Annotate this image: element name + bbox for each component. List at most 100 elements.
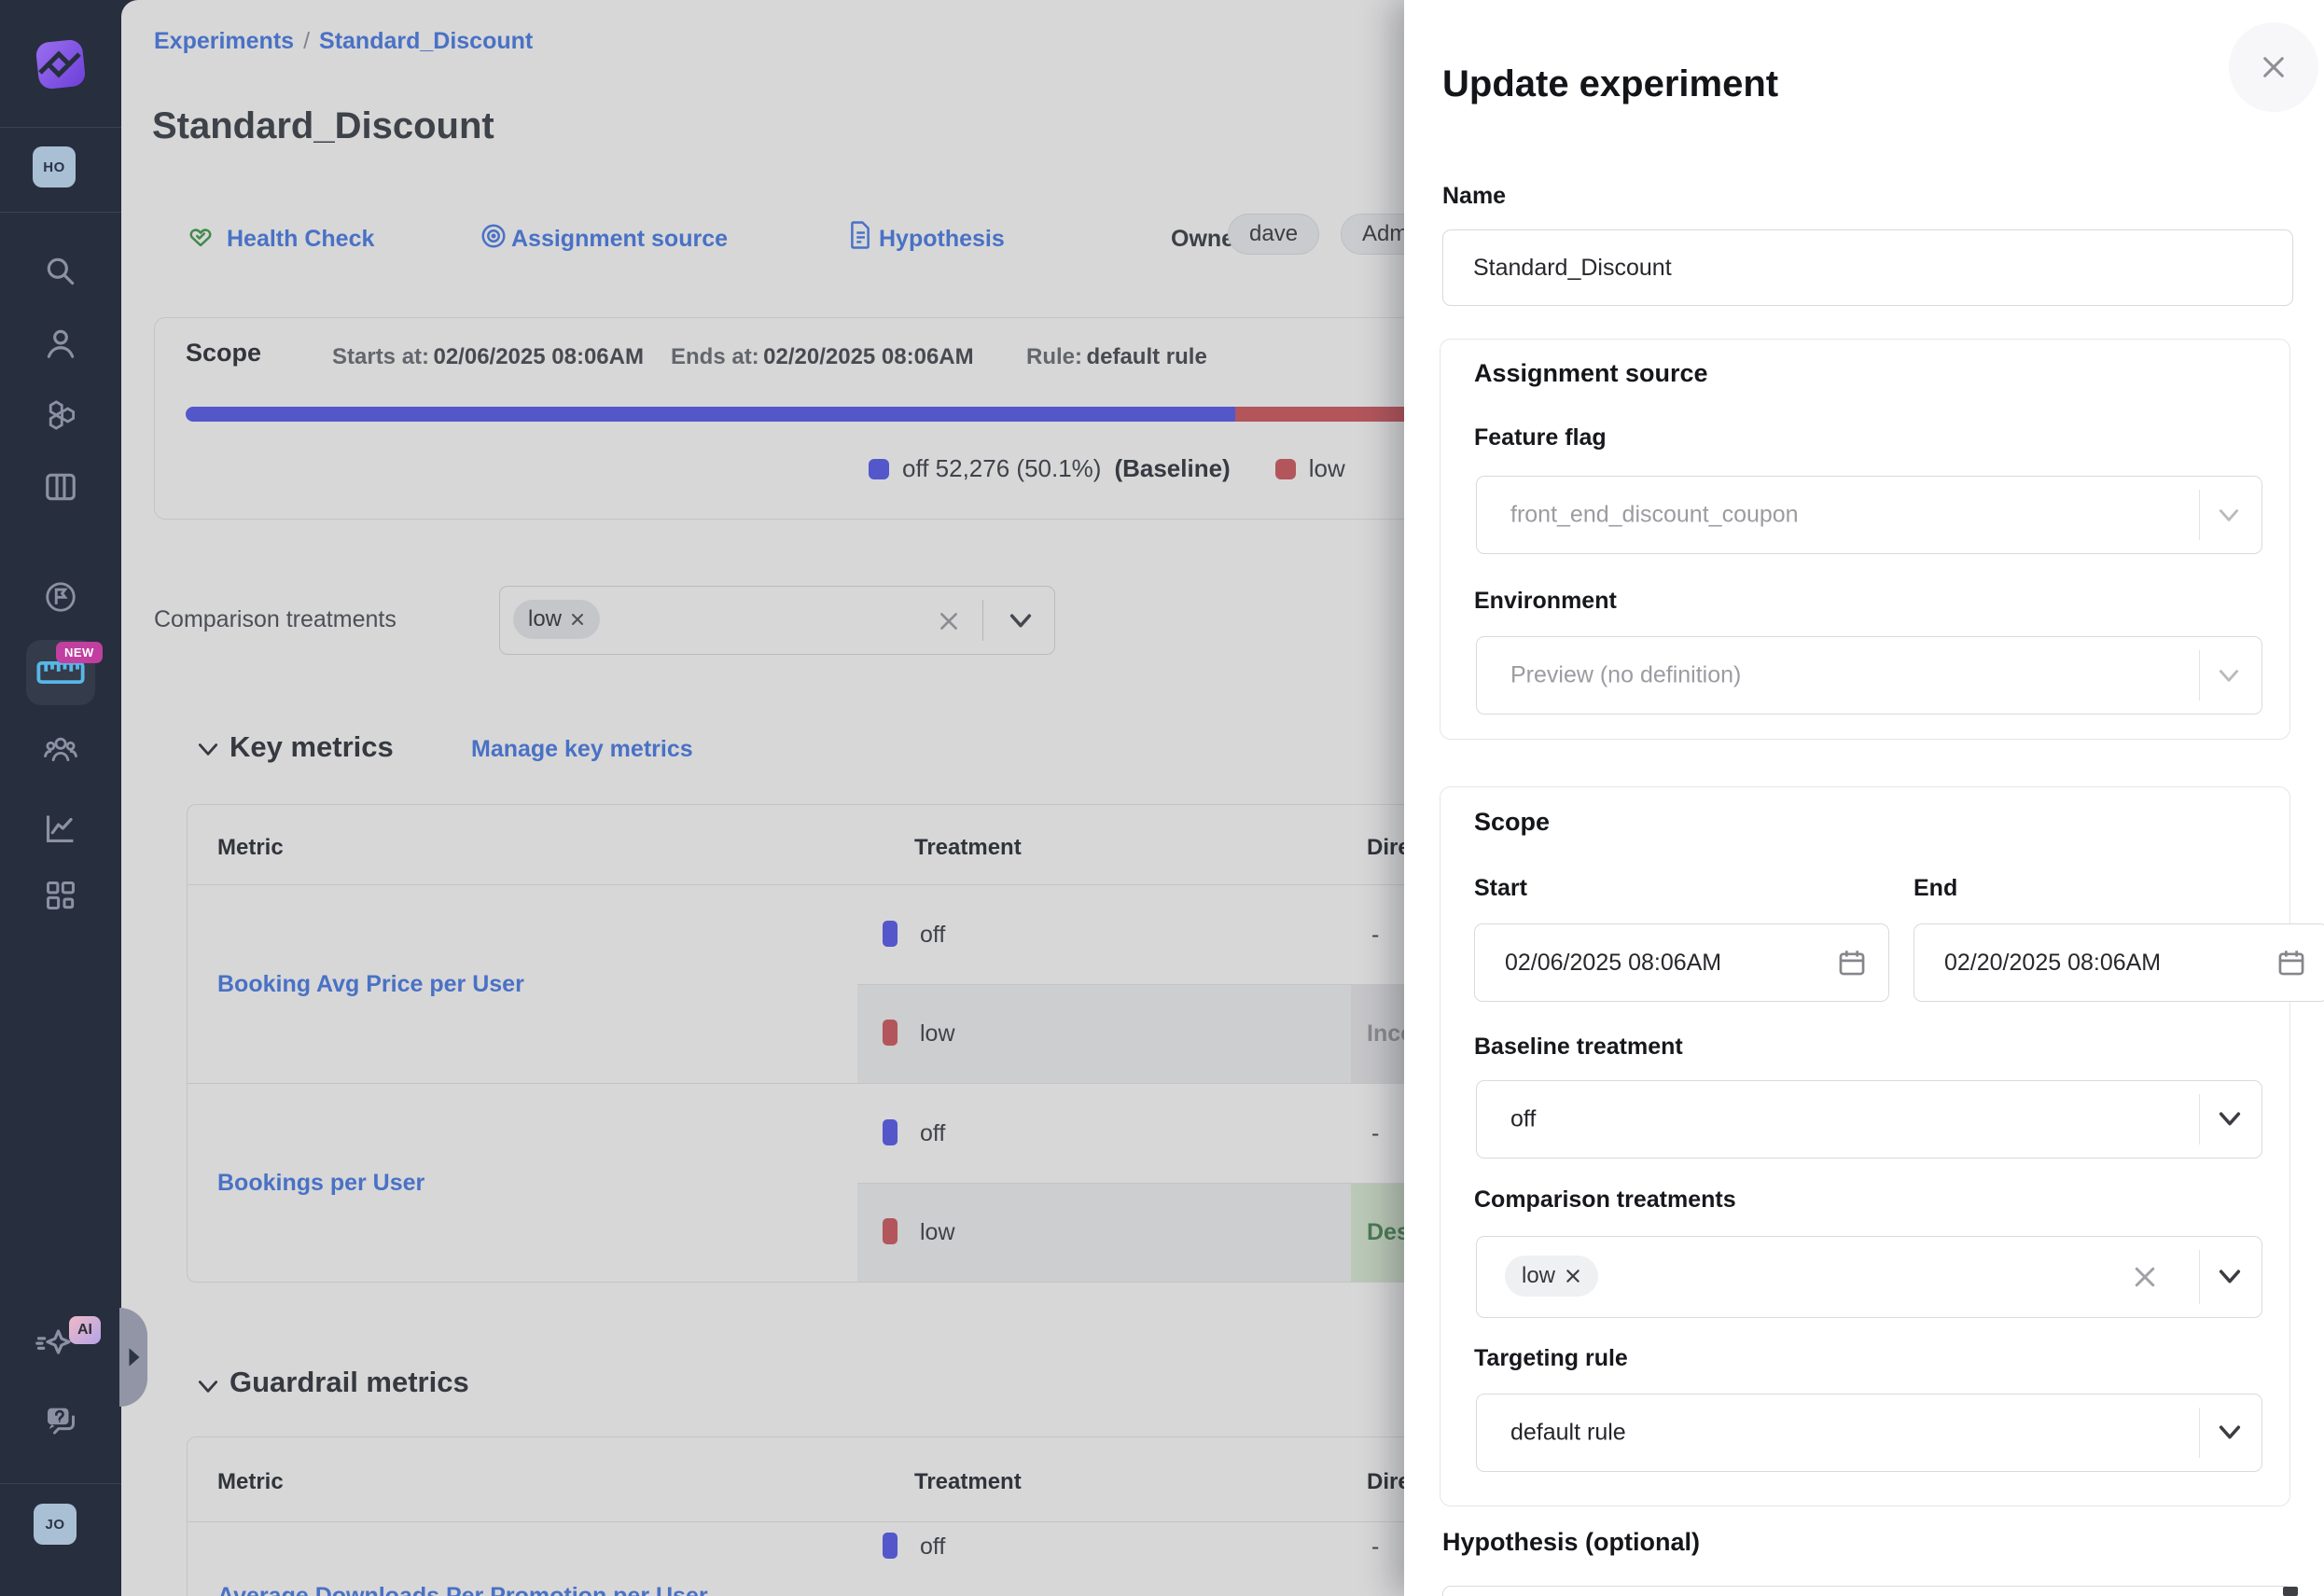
chip-remove-icon[interactable] (1565, 1268, 1581, 1284)
app-logo[interactable] (35, 39, 86, 90)
key-metrics-collapse-icon[interactable] (196, 742, 220, 758)
feature-flag-value: front_end_discount_coupon (1510, 502, 1799, 529)
sidebar-expand-handle[interactable] (119, 1308, 147, 1407)
comparison-treatments-label: Comparison treatments (1474, 1187, 1736, 1214)
direction-value: - (1371, 1120, 1379, 1147)
legend-swatch-off (869, 459, 889, 479)
metric-link-bookings-per-user[interactable]: Bookings per User (217, 1170, 424, 1197)
chevron-down-icon[interactable] (1008, 611, 1034, 631)
clear-selection-icon[interactable] (2131, 1263, 2159, 1291)
clear-selection-icon[interactable] (937, 609, 961, 633)
app-root: HO NEW (0, 0, 2324, 1596)
treatment-swatch-low (883, 1218, 898, 1244)
hexagons-icon[interactable] (43, 397, 78, 433)
assignment-source-link[interactable]: Assignment source (511, 226, 728, 253)
treatment-split-bar (186, 407, 1585, 422)
baseline-treatment-value: off (1510, 1106, 1536, 1133)
name-input-value: Standard_Discount (1473, 255, 1672, 282)
comparison-treatments-select[interactable]: low (499, 586, 1055, 655)
scope-ends-at: Ends at: 02/20/2025 08:06AM (671, 344, 974, 370)
manage-key-metrics-link[interactable]: Manage key metrics (471, 736, 693, 763)
people-group-icon[interactable] (43, 730, 78, 766)
user-avatar[interactable]: JO (34, 1504, 77, 1545)
select-divider (982, 600, 983, 641)
ai-sparkle-icon[interactable] (35, 1325, 71, 1360)
guardrail-collapse-icon[interactable] (196, 1379, 220, 1395)
baseline-split-segment (186, 407, 1235, 422)
workspace-avatar[interactable]: HO (33, 146, 76, 187)
targeting-rule-label: Targeting rule (1474, 1345, 1628, 1372)
treatment-swatch-off (883, 1533, 898, 1559)
comparison-treatments-select[interactable]: low (1476, 1236, 2262, 1318)
health-check-link[interactable]: Health Check (227, 226, 374, 253)
col-header-metric: Metric (217, 835, 284, 861)
chip-remove-icon[interactable] (570, 612, 585, 627)
start-date-input[interactable]: 02/06/2025 08:06AM (1474, 923, 1889, 1002)
chevron-down-icon (2217, 1423, 2243, 1443)
ends-value: 02/20/2025 08:06AM (763, 344, 974, 369)
ends-label: Ends at: (671, 344, 759, 369)
baseline-treatment-label: Baseline treatment (1474, 1034, 1683, 1061)
search-icon[interactable] (43, 254, 78, 289)
feature-flag-select[interactable]: front_end_discount_coupon (1476, 476, 2262, 554)
targeting-rule-select[interactable]: default rule (1476, 1394, 2262, 1472)
breadcrumb: Experiments / Standard_Discount (154, 28, 533, 55)
metric-link-average-downloads[interactable]: Average Downloads Per Promotion per User (217, 1583, 708, 1596)
assignment-source-heading: Assignment source (1474, 359, 1708, 388)
treatment-chip-low[interactable]: low (513, 600, 600, 639)
environment-select[interactable]: Preview (no definition) (1476, 636, 2262, 715)
update-experiment-panel: Update experiment Name Standard_Discount… (1404, 0, 2324, 1596)
rule-label: Rule: (1026, 344, 1082, 369)
chip-label: low (528, 606, 562, 632)
new-badge: NEW (56, 642, 103, 663)
hypothesis-label: Hypothesis (optional) (1442, 1528, 1700, 1557)
col-header-treatment: Treatment (914, 835, 1022, 861)
key-metrics-title: Key metrics (230, 730, 394, 764)
close-icon (2259, 52, 2289, 82)
treatment-name: low (920, 1219, 955, 1246)
help-chat-icon[interactable] (43, 1402, 78, 1437)
select-divider (2199, 1094, 2200, 1145)
ai-badge: AI (69, 1316, 101, 1344)
metric-link-booking-avg-price[interactable]: Booking Avg Price per User (217, 971, 524, 998)
treatment-swatch-low (883, 1020, 898, 1046)
dashboard-grid-icon[interactable] (43, 878, 78, 913)
hypothesis-link[interactable]: Hypothesis (879, 226, 1005, 253)
breadcrumb-experiments-link[interactable]: Experiments (154, 28, 294, 54)
legend-low-label: low (1309, 454, 1345, 483)
start-label: Start (1474, 875, 1527, 902)
guardrail-metrics-title: Guardrail metrics (230, 1366, 469, 1399)
expand-arrow-icon (126, 1347, 143, 1367)
col-header-metric: Metric (217, 1469, 284, 1495)
line-chart-icon[interactable] (43, 811, 78, 846)
treatment-name: off (920, 1534, 945, 1561)
breadcrumb-current-link[interactable]: Standard_Discount (319, 28, 533, 54)
flag-circle-icon[interactable] (43, 579, 78, 615)
baseline-treatment-select[interactable]: off (1476, 1080, 2262, 1159)
close-button[interactable] (2229, 22, 2318, 112)
feature-flag-label: Feature flag (1474, 424, 1607, 451)
breadcrumb-separator: / (303, 28, 310, 54)
col-header-treatment: Treatment (914, 1469, 1022, 1495)
treatment-chip-low[interactable]: low (1505, 1256, 1598, 1297)
select-divider (2199, 650, 2200, 701)
page-title: Standard_Discount (152, 105, 494, 147)
treatment-swatch-off (883, 1119, 898, 1145)
starts-value: 02/06/2025 08:06AM (433, 344, 644, 369)
columns-icon[interactable] (43, 469, 78, 505)
sidebar-divider (0, 212, 121, 213)
owner-pill-dave[interactable]: dave (1228, 214, 1319, 255)
treatment-name: low (920, 1020, 955, 1048)
end-date-input[interactable]: 02/20/2025 08:06AM (1913, 923, 2324, 1002)
chevron-down-icon (2217, 667, 2241, 686)
sidebar-divider (0, 1483, 121, 1484)
calendar-icon[interactable] (1836, 947, 1868, 978)
end-date-value: 02/20/2025 08:06AM (1944, 950, 2161, 977)
hypothesis-textarea[interactable] (1442, 1586, 2293, 1596)
select-divider (2199, 1250, 2200, 1304)
calendar-icon[interactable] (2275, 947, 2307, 978)
textarea-resize-grip[interactable] (2283, 1587, 2298, 1596)
direction-value: - (1371, 922, 1379, 949)
user-icon[interactable] (43, 326, 78, 361)
name-input[interactable]: Standard_Discount (1442, 229, 2293, 306)
